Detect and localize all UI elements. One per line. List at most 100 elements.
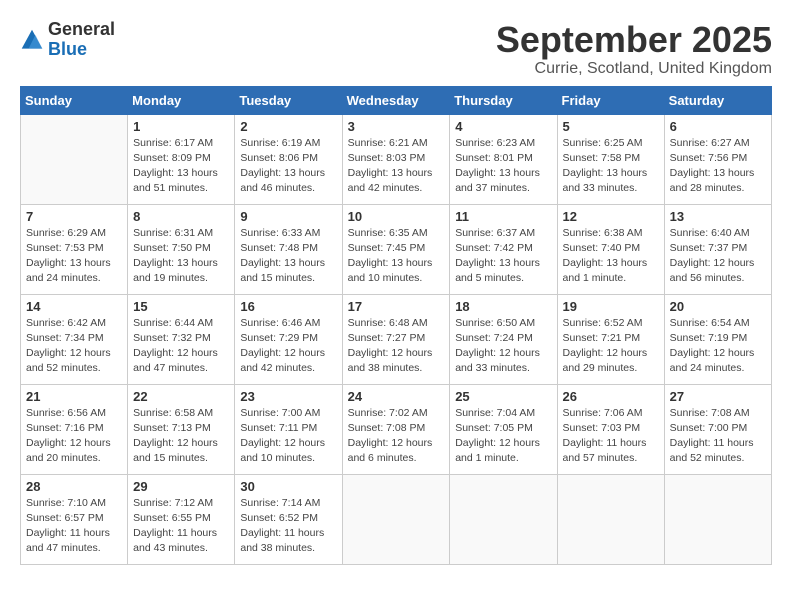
day-info: Sunrise: 6:21 AMSunset: 8:03 PMDaylight:… <box>348 136 445 197</box>
calendar-day: 22Sunrise: 6:58 AMSunset: 7:13 PMDayligh… <box>128 384 235 474</box>
page-header: General Blue September 2025 Currie, Scot… <box>20 20 772 78</box>
day-info: Sunrise: 6:38 AMSunset: 7:40 PMDaylight:… <box>563 226 659 287</box>
calendar-day: 25 Sunrise: 7:04 AMSunset: 7:05 PMDayligh… <box>450 384 557 474</box>
calendar-day: 4Sunrise: 6:23 AMSunset: 8:01 PMDaylight… <box>450 114 557 204</box>
day-number: 11 <box>455 209 551 224</box>
weekday-header-monday: Monday <box>128 86 235 114</box>
day-info: Sunrise: 6:37 AMSunset: 7:42 PMDaylight:… <box>455 226 551 287</box>
day-info: Sunrise: 6:27 AMSunset: 7:56 PMDaylight:… <box>670 136 766 197</box>
day-number: 13 <box>670 209 766 224</box>
calendar-day: 13 Sunrise: 6:40 AMSunset: 7:37 PMDayligh… <box>664 204 771 294</box>
calendar-day: 20 Sunrise: 6:54 AMSunset: 7:19 PMDayligh… <box>664 294 771 384</box>
day-number: 3 <box>348 119 445 134</box>
day-number: 6 <box>670 119 766 134</box>
day-info: Sunrise: 6:46 AMSunset: 7:29 PMDaylight:… <box>240 316 336 377</box>
calendar-day: 16 Sunrise: 6:46 AMSunset: 7:29 PMDayligh… <box>235 294 342 384</box>
title-block: September 2025 Currie, Scotland, United … <box>496 20 772 78</box>
calendar-day: 9Sunrise: 6:33 AMSunset: 7:48 PMDaylight… <box>235 204 342 294</box>
calendar-week-4: 21 Sunrise: 6:56 AMSunset: 7:16 PMDayligh… <box>21 384 772 474</box>
calendar-day: 1 Sunrise: 6:17 AMSunset: 8:09 PMDaylight… <box>128 114 235 204</box>
day-info: Sunrise: 6:42 AMSunset: 7:34 PMDaylight:… <box>26 316 122 377</box>
logo-text: General Blue <box>48 20 115 60</box>
day-number: 21 <box>26 389 122 404</box>
day-number: 2 <box>240 119 336 134</box>
day-number: 4 <box>455 119 551 134</box>
day-number: 5 <box>563 119 659 134</box>
day-number: 1 <box>133 119 229 134</box>
calendar-day: 14 Sunrise: 6:42 AMSunset: 7:34 PMDayligh… <box>21 294 128 384</box>
day-number: 15 <box>133 299 229 314</box>
day-info: Sunrise: 6:54 AMSunset: 7:19 PMDaylight:… <box>670 316 766 377</box>
weekday-header-friday: Friday <box>557 86 664 114</box>
day-number: 14 <box>26 299 122 314</box>
day-number: 10 <box>348 209 445 224</box>
calendar-day: 27 Sunrise: 7:08 AMSunset: 7:00 PMDayligh… <box>664 384 771 474</box>
day-number: 29 <box>133 479 229 494</box>
calendar-week-3: 14 Sunrise: 6:42 AMSunset: 7:34 PMDayligh… <box>21 294 772 384</box>
calendar-day: 2 Sunrise: 6:19 AMSunset: 8:06 PMDaylight… <box>235 114 342 204</box>
calendar-day: 24Sunrise: 7:02 AMSunset: 7:08 PMDayligh… <box>342 384 450 474</box>
day-info: Sunrise: 6:19 AMSunset: 8:06 PMDaylight:… <box>240 136 336 197</box>
calendar-day: 17Sunrise: 6:48 AMSunset: 7:27 PMDayligh… <box>342 294 450 384</box>
day-number: 26 <box>563 389 659 404</box>
calendar-week-5: 28 Sunrise: 7:10 AMSunset: 6:57 PMDayligh… <box>21 474 772 564</box>
day-info: Sunrise: 7:08 AMSunset: 7:00 PMDaylight:… <box>670 406 766 467</box>
logo-blue: Blue <box>48 39 87 59</box>
weekday-header-thursday: Thursday <box>450 86 557 114</box>
calendar-day: 8Sunrise: 6:31 AMSunset: 7:50 PMDaylight… <box>128 204 235 294</box>
calendar-day: 21 Sunrise: 6:56 AMSunset: 7:16 PMDayligh… <box>21 384 128 474</box>
day-number: 23 <box>240 389 336 404</box>
day-info: Sunrise: 7:00 AMSunset: 7:11 PMDaylight:… <box>240 406 336 467</box>
weekday-header-wednesday: Wednesday <box>342 86 450 114</box>
day-number: 20 <box>670 299 766 314</box>
day-number: 30 <box>240 479 336 494</box>
day-info: Sunrise: 7:10 AMSunset: 6:57 PMDaylight:… <box>26 496 122 557</box>
day-number: 16 <box>240 299 336 314</box>
calendar-day <box>557 474 664 564</box>
weekday-header-sunday: Sunday <box>21 86 128 114</box>
calendar-day: 19Sunrise: 6:52 AMSunset: 7:21 PMDayligh… <box>557 294 664 384</box>
day-info: Sunrise: 6:29 AMSunset: 7:53 PMDaylight:… <box>26 226 122 287</box>
calendar-day <box>21 114 128 204</box>
logo-icon <box>20 28 44 52</box>
day-number: 28 <box>26 479 122 494</box>
day-info: Sunrise: 6:33 AMSunset: 7:48 PMDaylight:… <box>240 226 336 287</box>
day-info: Sunrise: 6:25 AMSunset: 7:58 PMDaylight:… <box>563 136 659 197</box>
calendar-day: 11 Sunrise: 6:37 AMSunset: 7:42 PMDayligh… <box>450 204 557 294</box>
day-number: 12 <box>563 209 659 224</box>
day-info: Sunrise: 6:50 AMSunset: 7:24 PMDaylight:… <box>455 316 551 377</box>
weekday-header-row: SundayMondayTuesdayWednesdayThursdayFrid… <box>21 86 772 114</box>
day-info: Sunrise: 7:06 AMSunset: 7:03 PMDaylight:… <box>563 406 659 467</box>
day-info: Sunrise: 7:14 AMSunset: 6:52 PMDaylight:… <box>240 496 336 557</box>
calendar-day: 26 Sunrise: 7:06 AMSunset: 7:03 PMDayligh… <box>557 384 664 474</box>
calendar-week-2: 7Sunrise: 6:29 AMSunset: 7:53 PMDaylight… <box>21 204 772 294</box>
calendar-day: 7Sunrise: 6:29 AMSunset: 7:53 PMDaylight… <box>21 204 128 294</box>
day-number: 8 <box>133 209 229 224</box>
weekday-header-tuesday: Tuesday <box>235 86 342 114</box>
calendar-day: 30 Sunrise: 7:14 AMSunset: 6:52 PMDayligh… <box>235 474 342 564</box>
month-title: September 2025 <box>496 20 772 60</box>
day-info: Sunrise: 6:56 AMSunset: 7:16 PMDaylight:… <box>26 406 122 467</box>
calendar-table: SundayMondayTuesdayWednesdayThursdayFrid… <box>20 86 772 565</box>
logo-general: General <box>48 19 115 39</box>
day-number: 24 <box>348 389 445 404</box>
calendar-week-1: 1 Sunrise: 6:17 AMSunset: 8:09 PMDaylight… <box>21 114 772 204</box>
day-number: 17 <box>348 299 445 314</box>
calendar-day <box>450 474 557 564</box>
calendar-day: 6 Sunrise: 6:27 AMSunset: 7:56 PMDaylight… <box>664 114 771 204</box>
day-info: Sunrise: 6:17 AMSunset: 8:09 PMDaylight:… <box>133 136 229 197</box>
day-number: 27 <box>670 389 766 404</box>
day-info: Sunrise: 6:40 AMSunset: 7:37 PMDaylight:… <box>670 226 766 287</box>
calendar-day: 18Sunrise: 6:50 AMSunset: 7:24 PMDayligh… <box>450 294 557 384</box>
calendar-day <box>664 474 771 564</box>
day-info: Sunrise: 6:35 AMSunset: 7:45 PMDaylight:… <box>348 226 445 287</box>
day-info: Sunrise: 7:12 AMSunset: 6:55 PMDaylight:… <box>133 496 229 557</box>
calendar-day: 3 Sunrise: 6:21 AMSunset: 8:03 PMDaylight… <box>342 114 450 204</box>
calendar-day: 5 Sunrise: 6:25 AMSunset: 7:58 PMDaylight… <box>557 114 664 204</box>
calendar-day: 28 Sunrise: 7:10 AMSunset: 6:57 PMDayligh… <box>21 474 128 564</box>
day-number: 19 <box>563 299 659 314</box>
day-info: Sunrise: 7:04 AMSunset: 7:05 PMDaylight:… <box>455 406 551 467</box>
day-number: 25 <box>455 389 551 404</box>
calendar-day: 23 Sunrise: 7:00 AMSunset: 7:11 PMDayligh… <box>235 384 342 474</box>
calendar-day: 12 Sunrise: 6:38 AMSunset: 7:40 PMDayligh… <box>557 204 664 294</box>
